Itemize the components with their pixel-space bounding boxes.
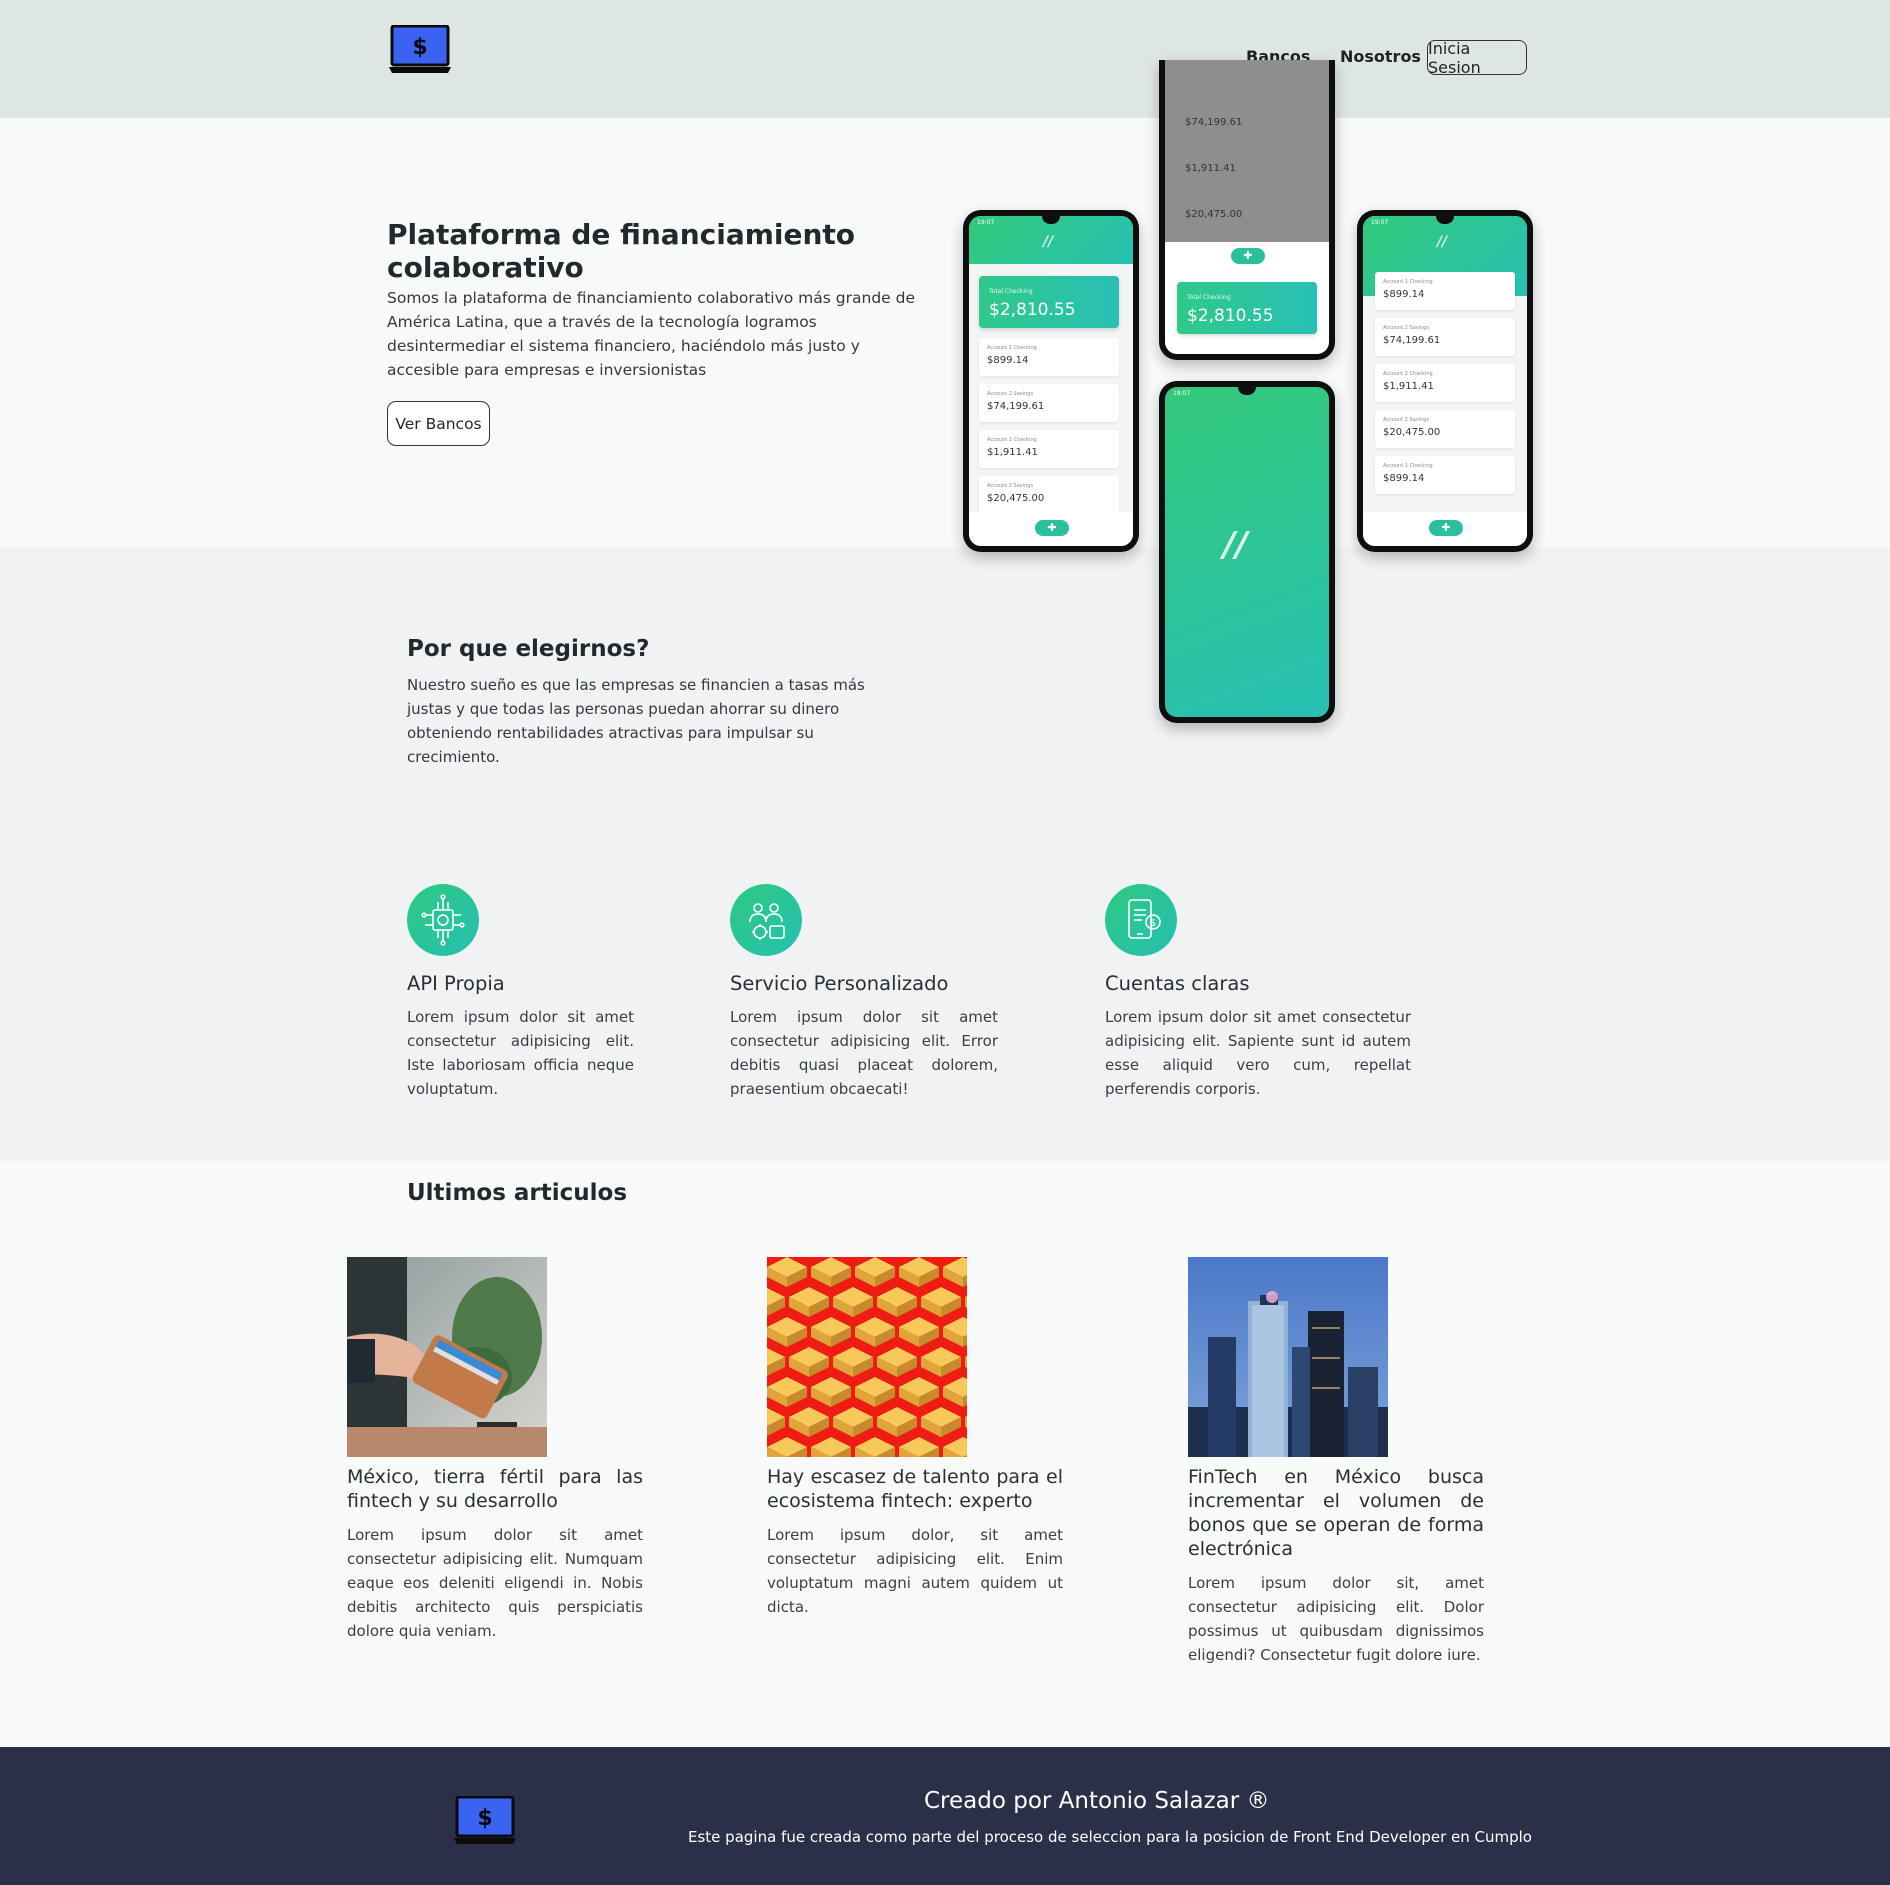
account-label: Account 2 Savings: [1383, 325, 1430, 331]
phone-left: 19:07 // Total Checking $2,810.55 Accoun…: [963, 210, 1139, 552]
site-footer: [0, 1747, 1890, 1885]
nav-nosotros-link[interactable]: Nosotros: [1340, 47, 1421, 66]
total-value: $2,810.55: [989, 300, 1076, 320]
total-card: Total Checking $2,810.55: [1177, 282, 1317, 334]
add-icon: ✚: [1035, 520, 1069, 536]
phone-splash: 19:07 //: [1159, 381, 1335, 723]
account-value: $74,199.61: [1185, 117, 1243, 128]
article-description: Lorem ipsum dolor sit amet consectetur a…: [347, 1526, 643, 1640]
why-description: Nuestro sueño es que las empresas se fin…: [407, 676, 865, 766]
phone-top: $74,199.61 $1,911.41 $20,475.00 ✚ Total …: [1159, 60, 1335, 360]
feature-description: Lorem ipsum dolor sit amet consectetur a…: [407, 1008, 634, 1098]
total-value: $2,810.55: [1187, 306, 1274, 326]
account-label: Account 2 Savings: [987, 483, 1034, 489]
account-row-dim: $20,475.00: [1177, 192, 1317, 228]
feature-description: Lorem ipsum dolor sit amet consectetur a…: [1105, 1008, 1411, 1098]
account-value: $20,475.00: [987, 493, 1045, 504]
hand-holding-wallet-photo[interactable]: [347, 1257, 547, 1457]
footer-title: Creado por Antonio Salazar ®: [924, 1788, 1270, 1814]
statusbar-time: 19:07: [977, 219, 995, 226]
account-value: $1,911.41: [1383, 381, 1434, 392]
feature-description: Lorem ipsum dolor sit amet consectetur a…: [730, 1008, 998, 1098]
hero-description: Somos la plataforma de financiamiento co…: [387, 289, 915, 379]
total-label: Total Checking: [1187, 294, 1231, 301]
add-icon: ✚: [1429, 520, 1463, 536]
app-logo-icon: //: [1223, 525, 1248, 565]
statusbar-time: 19:07: [1173, 390, 1191, 397]
ver-bancos-button[interactable]: Ver Bancos: [387, 401, 490, 446]
account-card: Account 2 Checking $1,911.41: [1375, 364, 1515, 402]
account-value: $74,199.61: [1383, 335, 1441, 346]
svg-text:$: $: [412, 35, 427, 60]
account-row-dim: $74,199.61: [1177, 100, 1317, 136]
mobile-bill-icon: $: [1105, 884, 1177, 956]
account-label: Account 2 Checking: [1383, 371, 1433, 377]
article-description: Lorem ipsum dolor, sit amet consectetur …: [767, 1526, 1063, 1616]
laptop-dollar-logo: $: [453, 1795, 517, 1846]
account-value: $899.14: [1383, 473, 1425, 484]
site-header: [0, 0, 1890, 118]
account-value: $899.14: [1383, 289, 1425, 300]
why-title: Por que elegirnos?: [407, 636, 650, 662]
app-logo-icon: //: [1437, 234, 1448, 250]
account-row-dim: $1,911.41: [1177, 146, 1317, 182]
account-value: $74,199.61: [987, 401, 1045, 412]
boxes-on-red-photo[interactable]: [767, 1257, 967, 1457]
account-label: Account 2 Savings: [1383, 417, 1430, 423]
account-value: $20,475.00: [1383, 427, 1441, 438]
hero-title: Plataforma de financiamiento colaborativ…: [387, 218, 856, 284]
phones-mockup: 19:07 // Total Checking $2,810.55 Accoun…: [960, 60, 1540, 730]
login-button[interactable]: Inicia Sesion: [1427, 39, 1527, 77]
article-description: Lorem ipsum dolor sit, amet consectetur …: [1188, 1574, 1484, 1664]
account-card: Account 1 Checking $899.14: [1375, 456, 1515, 494]
account-value: $20,475.00: [1185, 209, 1243, 220]
app-logo-icon: //: [1043, 234, 1054, 250]
people-service-icon: [730, 884, 802, 956]
phone-right: 19:07 // Account 1 Checking $899.14 Accou…: [1357, 210, 1533, 552]
account-label: Account 1 Checking: [1383, 463, 1433, 469]
footer-description: Este pagina fue creada como parte del pr…: [688, 1828, 1532, 1846]
account-card: Account 2 Checking $1,911.41: [979, 430, 1119, 468]
svg-text:$: $: [477, 1806, 492, 1831]
account-label: Account 1 Checking: [987, 345, 1037, 351]
feature-title: API Propia: [407, 972, 505, 995]
account-card: Account 1 Checking $899.14: [979, 338, 1119, 376]
account-card: Account 2 Savings $20,475.00: [1375, 410, 1515, 448]
statusbar-time: 19:07: [1371, 219, 1389, 226]
add-icon: ✚: [1231, 248, 1265, 264]
account-card: Account 1 Checking $899.14: [1375, 272, 1515, 310]
article-title[interactable]: FinTech en México busca incrementar el v…: [1188, 1465, 1484, 1561]
account-card: Account 2 Savings $74,199.61: [979, 384, 1119, 422]
account-value: $1,911.41: [987, 447, 1038, 458]
account-card: Account 2 Savings $20,475.00: [979, 476, 1119, 514]
city-skyscrapers-photo[interactable]: [1188, 1257, 1388, 1457]
article-title[interactable]: Hay escasez de talento para el ecosistem…: [767, 1465, 1063, 1513]
account-label: Account 2 Checking: [987, 437, 1037, 443]
article-title[interactable]: México, tierra fértil para las fintech y…: [347, 1465, 643, 1513]
account-label: Account 2 Savings: [987, 391, 1034, 397]
feature-title: Servicio Personalizado: [730, 972, 949, 995]
svg-text:$: $: [1150, 918, 1156, 929]
account-label: Account 1 Checking: [1383, 279, 1433, 285]
laptop-dollar-logo[interactable]: $: [388, 24, 452, 75]
account-card: Account 2 Savings $74,199.61: [1375, 318, 1515, 356]
chip-circuit-icon: [407, 884, 479, 956]
account-value: $1,911.41: [1185, 163, 1236, 174]
articles-title: Ultimos articulos: [407, 1180, 628, 1206]
total-label: Total Checking: [989, 288, 1033, 295]
account-value: $899.14: [987, 355, 1029, 366]
feature-title: Cuentas claras: [1105, 972, 1250, 995]
total-card: Total Checking $2,810.55: [979, 276, 1119, 328]
